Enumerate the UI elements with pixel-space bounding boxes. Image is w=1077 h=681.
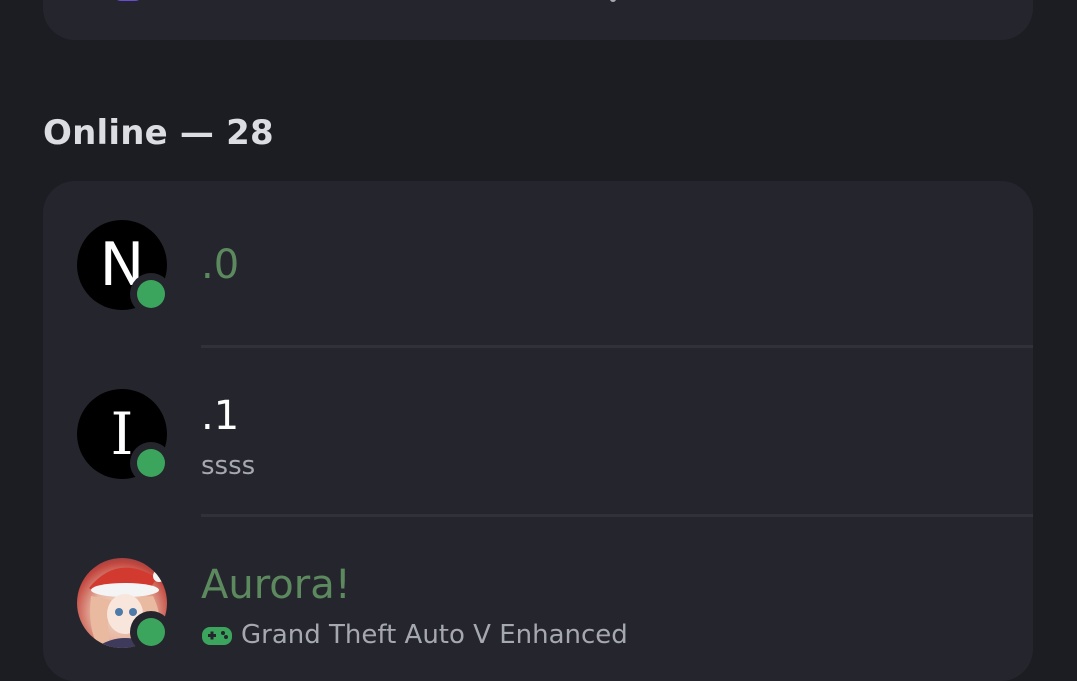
activity-label: Grand Theft Auto V Enhanced xyxy=(241,620,628,650)
previous-section-card xyxy=(43,0,1033,40)
member-row[interactable]: I .1 ssss xyxy=(43,350,1033,519)
row-divider xyxy=(201,345,1033,348)
row-divider xyxy=(201,514,1033,517)
gamepad-icon xyxy=(202,626,232,645)
member-row[interactable]: N .0 xyxy=(43,181,1033,350)
online-status-icon xyxy=(130,442,172,484)
online-status-icon xyxy=(130,273,172,315)
clipped-icon xyxy=(113,0,143,1)
member-activity: Grand Theft Auto V Enhanced xyxy=(201,620,628,650)
member-name: .0 xyxy=(201,242,240,288)
clipped-mark xyxy=(610,0,616,2)
member-custom-status: ssss xyxy=(201,451,256,481)
online-status-icon xyxy=(130,611,172,653)
member-list: N .0 I .1 ssss Aurora! Grand Theft Auto … xyxy=(43,181,1033,681)
online-section-header: Online — 28 xyxy=(43,113,274,153)
member-name: .1 xyxy=(201,393,240,439)
member-row[interactable]: Aurora! Grand Theft Auto V Enhanced xyxy=(43,519,1033,681)
member-name: Aurora! xyxy=(201,562,351,608)
